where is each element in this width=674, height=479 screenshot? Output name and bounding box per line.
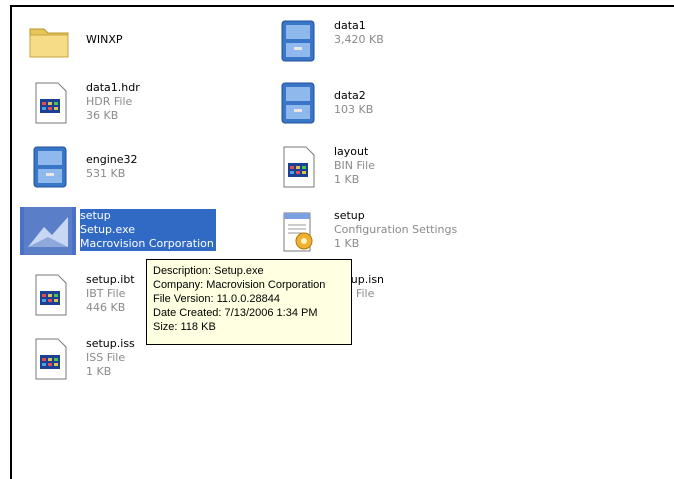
file-company: Macrovision Corporation <box>80 237 214 250</box>
file-item-setup-ini[interactable]: setup Configuration Settings 1 KB <box>274 207 514 263</box>
file-name: setup <box>80 209 111 222</box>
file-info-tooltip: Description: Setup.exe Company: Macrovis… <box>146 259 352 345</box>
cabinet-icon <box>33 146 67 188</box>
cabinet-icon <box>281 82 315 124</box>
tooltip-version: File Version: 11.0.0.28844 <box>153 293 280 305</box>
file-name: setup.iss <box>86 337 135 350</box>
file-type: HDR File <box>86 95 133 108</box>
file-item-layout[interactable]: layout BIN File 1 KB <box>274 143 514 199</box>
generic-file-icon <box>35 338 67 380</box>
generic-file-icon <box>35 82 67 124</box>
tooltip-company: Company: Macrovision Corporation <box>153 279 326 291</box>
file-name: layout <box>334 145 369 158</box>
file-type: ISS File <box>86 351 126 364</box>
file-item-engine32[interactable]: engine32 531 KB <box>26 143 266 199</box>
file-name: engine32 <box>86 153 138 166</box>
file-item-data2[interactable]: data2 103 KB <box>274 79 514 135</box>
tooltip-created: Date Created: 7/13/2006 1:34 PM <box>153 307 318 319</box>
file-name: data1.hdr <box>86 81 140 94</box>
file-name: WINXP <box>86 33 123 46</box>
file-item-data1[interactable]: data1 3,420 KB <box>274 17 514 73</box>
setup-exe-icon <box>20 207 76 255</box>
file-size: 1 KB <box>86 365 112 378</box>
file-type: BIN File <box>334 159 375 172</box>
file-size: 103 KB <box>334 103 374 116</box>
folder-icon <box>29 28 69 58</box>
file-item-setup-exe[interactable]: setup Setup.exe Macrovision Corporation <box>20 207 226 263</box>
file-type: IBT File <box>86 287 126 300</box>
generic-file-icon <box>35 274 67 316</box>
file-name: data2 <box>334 89 366 102</box>
file-size: 1 KB <box>334 237 360 250</box>
file-size: 3,420 KB <box>334 33 384 46</box>
file-type: Configuration Settings <box>334 223 458 236</box>
tooltip-description: Description: Setup.exe <box>153 265 264 277</box>
file-description: Setup.exe <box>80 223 136 236</box>
cabinet-icon <box>281 20 315 62</box>
file-item-winxp[interactable]: WINXP <box>26 17 266 73</box>
generic-file-icon <box>283 146 315 188</box>
file-item-data1-hdr[interactable]: data1.hdr HDR File 36 KB <box>26 79 266 135</box>
tooltip-size: Size: 118 KB <box>153 321 216 333</box>
file-name: setup <box>334 209 365 222</box>
file-size: 446 KB <box>86 301 126 314</box>
file-list-pane[interactable]: WINXP data1 3,420 KB data1.hdr HDR File … <box>10 5 674 479</box>
file-size: 1 KB <box>334 173 360 186</box>
file-name: setup.ibt <box>86 273 135 286</box>
file-size: 531 KB <box>86 167 126 180</box>
file-size: 36 KB <box>86 109 119 122</box>
config-settings-icon <box>283 212 313 252</box>
file-name: data1 <box>334 19 366 32</box>
